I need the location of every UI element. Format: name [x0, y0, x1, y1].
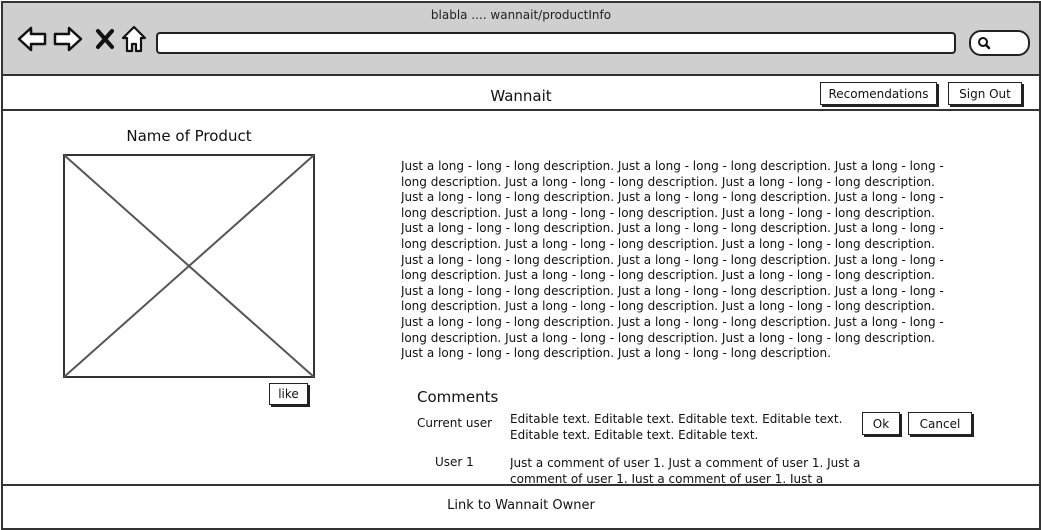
current-user-label: Current user	[417, 416, 493, 430]
forward-arrow-icon	[53, 26, 83, 52]
comment-user-name: User 1	[435, 455, 474, 469]
like-button[interactable]: like	[269, 383, 308, 405]
ok-button[interactable]: Ok	[862, 412, 900, 435]
browser-search-field[interactable]	[969, 30, 1030, 56]
search-icon	[978, 37, 991, 50]
footer: Link to Wannait Owner	[3, 484, 1039, 526]
recommendations-button[interactable]: Recomendations	[820, 82, 937, 105]
back-arrow-icon	[17, 26, 47, 52]
browser-title: blabla .... wannait/productInfo	[430, 8, 612, 22]
stop-button[interactable]	[89, 23, 121, 55]
product-description: Just a long - long - long description. J…	[401, 159, 944, 361]
home-icon	[121, 25, 147, 53]
forward-button[interactable]	[52, 23, 84, 55]
close-icon	[96, 29, 114, 49]
back-button[interactable]	[16, 23, 48, 55]
product-name: Name of Product	[126, 127, 252, 145]
browser-window: blabla .... wannait/productInfo Wannait …	[1, 1, 1041, 530]
sign-out-button[interactable]: Sign Out	[948, 82, 1022, 105]
owner-link[interactable]: Link to Wannait Owner	[3, 498, 1039, 513]
product-image	[63, 154, 315, 382]
comment-text: Just a comment of user 1. Just a comment…	[510, 456, 861, 483]
image-placeholder-icon	[63, 154, 315, 378]
cancel-button[interactable]: Cancel	[908, 412, 972, 435]
home-button[interactable]	[118, 23, 150, 55]
url-input[interactable]	[156, 32, 956, 54]
comments-heading: Comments	[417, 388, 499, 406]
app-header: Wannait Recomendations Sign Out	[3, 76, 1039, 111]
browser-chrome: blabla .... wannait/productInfo	[3, 3, 1039, 76]
current-user-comment-input[interactable]: Editable text. Editable text. Editable t…	[510, 411, 855, 445]
